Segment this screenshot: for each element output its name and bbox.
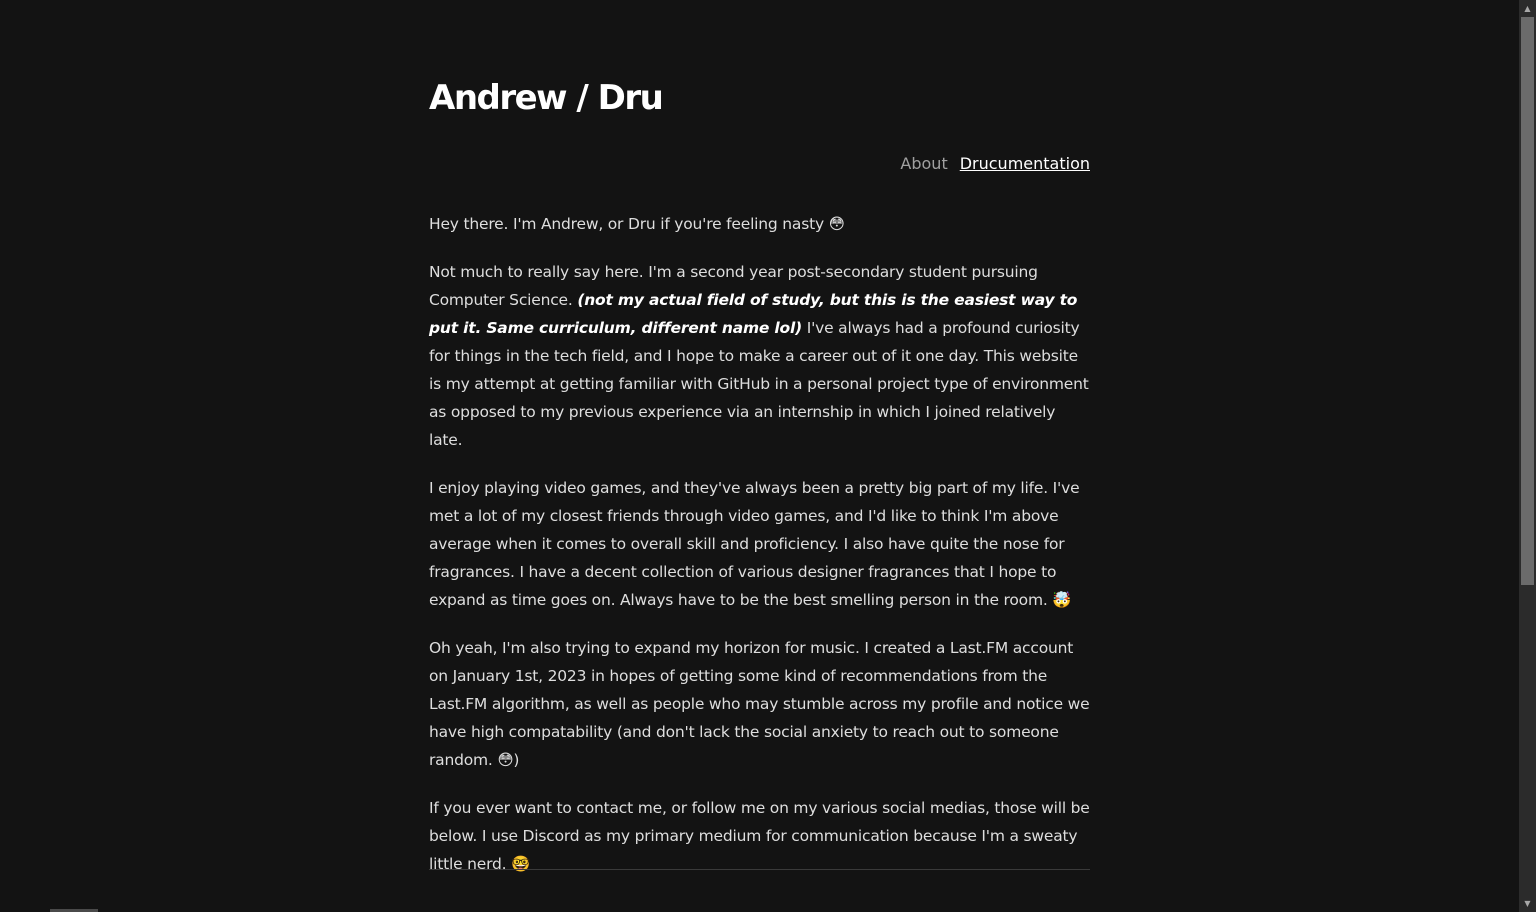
main-content: Hey there. I'm Andrew, or Dru if you're … — [429, 210, 1090, 898]
nav-link-about[interactable]: About — [900, 153, 947, 175]
music-paragraph: Oh yeah, I'm also trying to expand my ho… — [429, 639, 1090, 769]
scroll-down-icon[interactable]: ▼ — [1519, 895, 1536, 912]
intro-paragraph: Hey there. I'm Andrew, or Dru if you're … — [429, 215, 845, 233]
studies-paragraph: Not much to really say here. I'm a secon… — [429, 258, 1090, 454]
hobbies-paragraph: I enjoy playing video games, and they've… — [429, 479, 1080, 609]
scrollbar-thumb[interactable] — [1521, 17, 1534, 585]
content-divider — [429, 869, 1090, 870]
site-nav: About Drucumentation — [900, 153, 1090, 175]
contact-paragraph: If you ever want to contact me, or follo… — [429, 799, 1090, 873]
scroll-up-icon[interactable]: ▲ — [1519, 0, 1536, 17]
studies-text-end: I've always had a profound curiosity for… — [429, 319, 1089, 449]
site-title[interactable]: Andrew / Dru — [429, 76, 664, 120]
vertical-scrollbar[interactable]: ▲ ▼ — [1519, 0, 1536, 912]
nav-link-drucumentation[interactable]: Drucumentation — [960, 153, 1090, 175]
